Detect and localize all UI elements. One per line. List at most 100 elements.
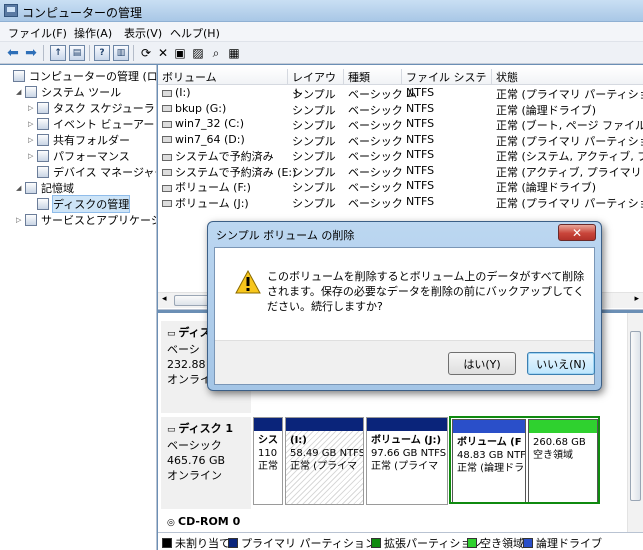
volume-name: システムで予約済み (E:) — [175, 165, 297, 179]
properties-icon[interactable]: ▣ — [172, 45, 188, 61]
legend-free: 空き領域 — [467, 535, 524, 550]
volume-row[interactable]: win7_64 (D:) シンプル ベーシック NTFS 正常 (プライマリ パーティシ… — [158, 133, 643, 148]
scrollbar-thumb[interactable] — [630, 331, 641, 501]
cdrom-0[interactable]: ◎ CD-ROM 0 — [161, 513, 621, 531]
volume-cell-type: ベーシック — [348, 150, 403, 163]
forward-arrow-icon[interactable]: ➡ — [23, 45, 39, 61]
disk-1-name: ▭ ディスク 1 — [167, 422, 234, 435]
volume-name: win7_64 (D:) — [175, 132, 245, 146]
tree-item[interactable]: ▷ 共有フォルダー — [28, 132, 130, 148]
disk-settings-icon[interactable]: ▦ — [226, 45, 242, 61]
expander-icon[interactable]: ◢ — [16, 184, 25, 192]
expander-icon[interactable]: ▷ — [28, 120, 37, 128]
console-tree-icon[interactable]: ▤ — [69, 45, 85, 61]
extended-partition-outline — [449, 416, 600, 504]
back-arrow-icon[interactable]: ⬅ — [5, 45, 21, 61]
volume-cell-status: 正常 (プライマリ パーティション — [496, 88, 643, 101]
partition-bar — [254, 418, 282, 431]
column-header-volume[interactable]: ボリューム — [158, 69, 288, 84]
volume-name: ボリューム (F:) — [175, 181, 251, 194]
dialog-title: シンプル ボリューム の削除 — [216, 229, 355, 242]
partition-size: 110 — [258, 448, 278, 459]
menu-bar: ファイル(F) 操作(A) 表示(V) ヘルプ(H) — [0, 22, 643, 42]
tree-node-icon — [25, 214, 37, 226]
menu-file[interactable]: ファイル(F) — [8, 25, 67, 41]
open-folder-icon[interactable]: ▨ — [190, 45, 206, 61]
action-pane-icon[interactable]: ▥ — [113, 45, 129, 61]
column-header-status[interactable]: 状態 — [492, 69, 643, 84]
expander-icon[interactable]: ▷ — [28, 136, 37, 144]
volume-cell-name: システムで予約済み (E:) — [162, 164, 296, 180]
partition-size: 58.49 GB NTFS — [290, 448, 364, 459]
volume-row[interactable]: bkup (G:) シンプル ベーシック NTFS 正常 (論理ドライブ) — [158, 102, 643, 117]
volume-row[interactable]: (I:) シンプルベーシックNTFS 正常 (プライマリ パーティション — [158, 86, 643, 101]
column-header-layout[interactable]: レイアウト — [288, 69, 344, 100]
partition-i[interactable]: (I:) 58.49 GB NTFS 正常 (プライマ — [285, 417, 364, 505]
tree-item[interactable]: ◢ システム ツール — [16, 84, 121, 100]
refresh-icon[interactable]: ⟳ — [138, 45, 154, 61]
warning-icon — [235, 270, 261, 294]
yes-button[interactable]: はい(Y) — [448, 352, 516, 375]
drive-icon — [162, 200, 172, 207]
volume-row[interactable]: システムで予約済み (E:) シンプル ベーシック NTFS 正常 (アクティブ, プラ… — [158, 164, 643, 179]
partition-j[interactable]: ボリューム (J:) 97.66 GB NTFS 正常 (プライマ — [366, 417, 448, 505]
volume-cell-name: win7_32 (C:) — [162, 117, 244, 130]
volume-row[interactable]: win7_32 (C:) シンプル ベーシック NTFS 正常 (ブート, ページ ファ… — [158, 117, 643, 132]
no-button[interactable]: いいえ(N) — [527, 352, 595, 375]
scroll-right-icon[interactable]: ▸ — [634, 294, 639, 304]
partition-system-reserved[interactable]: シス 110 正常 — [253, 417, 283, 505]
volume-cell-name: (I:) — [162, 86, 191, 99]
expander-icon[interactable]: ▷ — [16, 216, 25, 224]
vertical-scrollbar[interactable] — [627, 313, 643, 532]
menu-view[interactable]: 表示(V) — [124, 25, 162, 41]
expander-icon[interactable]: ◢ — [16, 88, 25, 96]
menu-action[interactable]: 操作(A) — [74, 25, 112, 41]
scroll-left-icon[interactable]: ◂ — [162, 294, 167, 304]
tree-item-label: イベント ビューアー — [53, 118, 155, 131]
tree-item[interactable]: ディスクの管理 — [28, 195, 131, 213]
volume-cell-type: ベーシック — [348, 103, 403, 117]
toolbar-separator — [89, 45, 90, 61]
tree-item-label: 共有フォルダー — [53, 134, 130, 147]
volume-row[interactable]: システムで予約済み シンプル ベーシック NTFS 正常 (システム, アクティブ, プ — [158, 148, 643, 163]
delete-icon[interactable]: ✕ — [155, 45, 171, 61]
volume-name: win7_32 (C:) — [175, 117, 244, 130]
tree-item[interactable]: ▷ サービスとアプリケーショ — [16, 212, 156, 228]
volume-cell-name: ボリューム (F:) — [162, 179, 251, 195]
drive-icon — [162, 169, 172, 176]
partition-bar — [286, 418, 363, 431]
volume-cell-status: 正常 (プライマリ パーティション — [496, 196, 643, 210]
disk-1-info[interactable]: ▭ ディスク 1 ベーシック 465.76 GB オンライン — [161, 417, 251, 509]
tree-item[interactable]: ▷ イベント ビューアー — [28, 116, 154, 132]
tree-item[interactable]: デバイス マネージャー — [28, 164, 156, 180]
volume-cell-status: 正常 (システム, アクティブ, プ — [496, 150, 643, 163]
legend: 未割り当て プライマリ パーティション 拡張パーティション 空き領域 論理ドライ… — [158, 532, 643, 550]
volume-cell-name: bkup (G:) — [162, 102, 226, 115]
tree-item[interactable]: ▷ タスク スケジューラ — [28, 100, 155, 116]
volume-cell-layout: シンプル — [292, 165, 336, 179]
partition-title: シス — [258, 435, 278, 446]
volume-cell-type: ベーシック — [348, 181, 403, 194]
expander-icon[interactable]: ▷ — [28, 152, 37, 160]
tree-item[interactable]: コンピューターの管理 (ロー力 — [4, 68, 156, 84]
tree-item[interactable]: ▷ パフォーマンス — [28, 148, 130, 164]
column-header-type[interactable]: 種類 — [344, 69, 402, 84]
menu-help[interactable]: ヘルプ(H) — [170, 25, 220, 41]
legend-unallocated: 未割り当て — [162, 535, 230, 550]
search-icon[interactable]: ⌕ — [208, 45, 224, 61]
tree-node-icon — [25, 86, 37, 98]
tree-item[interactable]: ◢ 記憶域 — [16, 180, 74, 196]
volume-row[interactable]: ボリューム (J:) シンプルベーシックNTFS 正常 (プライマリ パーティション — [158, 195, 643, 210]
help-icon[interactable]: ? — [94, 45, 110, 61]
partition-bar — [367, 418, 447, 431]
volume-cell-type: ベーシック — [348, 134, 403, 148]
legend-logical: 論理ドライブ — [523, 535, 602, 550]
drive-icon — [162, 89, 172, 97]
column-header-filesystem[interactable]: ファイル システム — [402, 69, 492, 100]
tree-item-label: 記憶域 — [41, 182, 74, 195]
volume-row[interactable]: ボリューム (F:) シンプル ベーシック NTFS 正常 (論理ドライブ) — [158, 179, 643, 194]
expander-icon[interactable]: ▷ — [28, 104, 37, 112]
close-icon[interactable]: ✕ — [558, 224, 596, 241]
partition-title: ボリューム (J:) — [371, 435, 442, 446]
up-folder-icon[interactable]: ↑ — [50, 45, 66, 61]
